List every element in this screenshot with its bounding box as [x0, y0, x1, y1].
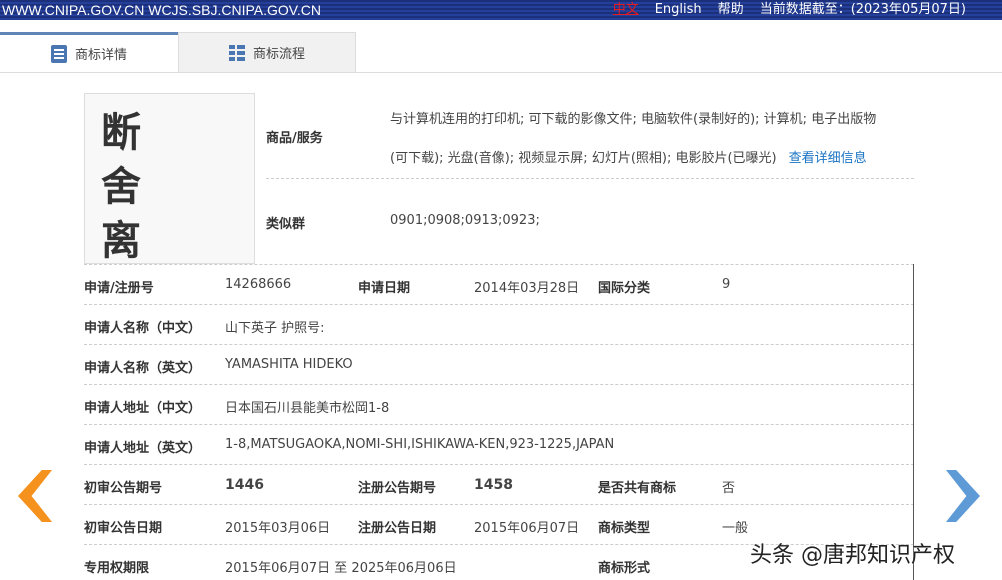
field-label-l2: 申请日期 — [358, 277, 410, 296]
field-label-l1: 专用权期限 — [84, 557, 149, 576]
field-value-v3: 一般 — [722, 517, 748, 536]
help-link[interactable]: 帮助 — [718, 0, 744, 20]
field-value-v2: 2014年03月28日 — [474, 277, 579, 296]
field-value-v1: YAMASHITA HIDEKO — [225, 357, 353, 372]
field-label-l3: 国际分类 — [598, 277, 650, 296]
field-label-l2: 注册公告日期 — [358, 517, 436, 536]
lang-en-link[interactable]: English — [655, 0, 702, 20]
tab-label: 商标详情 — [75, 44, 127, 63]
field-label-l3: 是否共有商标 — [598, 477, 676, 496]
field-value-v1: 山下英子 护照号: — [225, 317, 325, 336]
divider — [0, 72, 1002, 73]
row-divider — [84, 304, 914, 305]
field-label-l1: 申请人名称（中文） — [84, 317, 201, 336]
similar-group-value: 0901;0908;0913;0923; — [390, 213, 540, 228]
tab-trademark-process[interactable]: 商标流程 — [178, 32, 356, 72]
view-details-link[interactable]: 查看详细信息 — [789, 151, 867, 166]
field-value-v2: 2015年06月07日 — [474, 517, 579, 536]
row-divider — [84, 344, 914, 345]
top-bar: WWW.CNIPA.GOV.CN WCJS.SBJ.CNIPA.GOV.CN 中… — [0, 0, 1002, 20]
trademark-image: 断 舍 离 — [84, 93, 255, 264]
grid-list-icon — [229, 45, 245, 61]
prev-arrow-icon[interactable] — [18, 470, 52, 522]
divider — [266, 178, 914, 179]
field-label-l1: 申请/注册号 — [84, 277, 154, 296]
data-date: 当前数据截至：(2023年05月07日) — [760, 0, 966, 20]
next-arrow-icon[interactable] — [946, 470, 980, 522]
tab-label: 商标流程 — [253, 43, 305, 62]
field-value-v1: 2015年06月07日 至 2025年06月06日 — [225, 557, 457, 576]
field-label-l1: 初审公告期号 — [84, 477, 162, 496]
lang-zh-link[interactable]: 中文 — [613, 0, 639, 20]
field-label-l3: 商标类型 — [598, 517, 650, 536]
document-list-icon — [51, 45, 67, 63]
goods-line-1: 与计算机连用的打印机; 可下载的影像文件; 电脑软件(录制好的); 计算机; 电… — [390, 108, 876, 127]
row-divider — [84, 504, 914, 505]
field-value-v1: 1446 — [225, 477, 264, 493]
divider — [84, 264, 914, 265]
mark-char: 断 — [101, 100, 141, 158]
site-urls: WWW.CNIPA.GOV.CN WCJS.SBJ.CNIPA.GOV.CN — [2, 0, 321, 20]
goods-line-2: (可下载); 光盘(音像); 视频显示屏; 幻灯片(照相); 电影胶片(已曝光)… — [390, 147, 867, 166]
field-value-v1: 2015年03月06日 — [225, 517, 330, 536]
row-divider — [84, 384, 914, 385]
field-value-v2: 1458 — [474, 477, 513, 493]
field-label-l3: 商标形式 — [598, 557, 650, 576]
row-divider — [84, 424, 914, 425]
field-value-v3: 9 — [722, 277, 730, 292]
field-label-l1: 申请人地址（中文） — [84, 397, 201, 416]
field-value-v3: 否 — [722, 477, 735, 496]
field-label-l1: 申请人地址（英文） — [84, 437, 201, 456]
mark-char: 离 — [101, 208, 141, 266]
watermark: 头条 @唐邦知识产权 — [750, 537, 955, 569]
field-label-l2: 注册公告期号 — [358, 477, 436, 496]
row-divider — [84, 464, 914, 465]
goods-text: (可下载); 光盘(音像); 视频显示屏; 幻灯片(照相); 电影胶片(已曝光) — [390, 151, 777, 166]
field-label-l1: 申请人名称（英文） — [84, 357, 201, 376]
field-value-v1: 日本国石川县能美市松岡1-8 — [225, 397, 389, 416]
field-value-v1: 14268666 — [225, 277, 291, 292]
tab-trademark-details[interactable]: 商标详情 — [0, 32, 178, 72]
table-border — [913, 264, 914, 580]
field-value-v1: 1-8,MATSUGAOKA,NOMI-SHI,ISHIKAWA-KEN,923… — [225, 437, 614, 452]
field-label-l1: 初审公告日期 — [84, 517, 162, 536]
similar-group-label: 类似群 — [266, 213, 305, 232]
goods-label: 商品/服务 — [266, 127, 323, 146]
mark-char: 舍 — [101, 154, 141, 212]
